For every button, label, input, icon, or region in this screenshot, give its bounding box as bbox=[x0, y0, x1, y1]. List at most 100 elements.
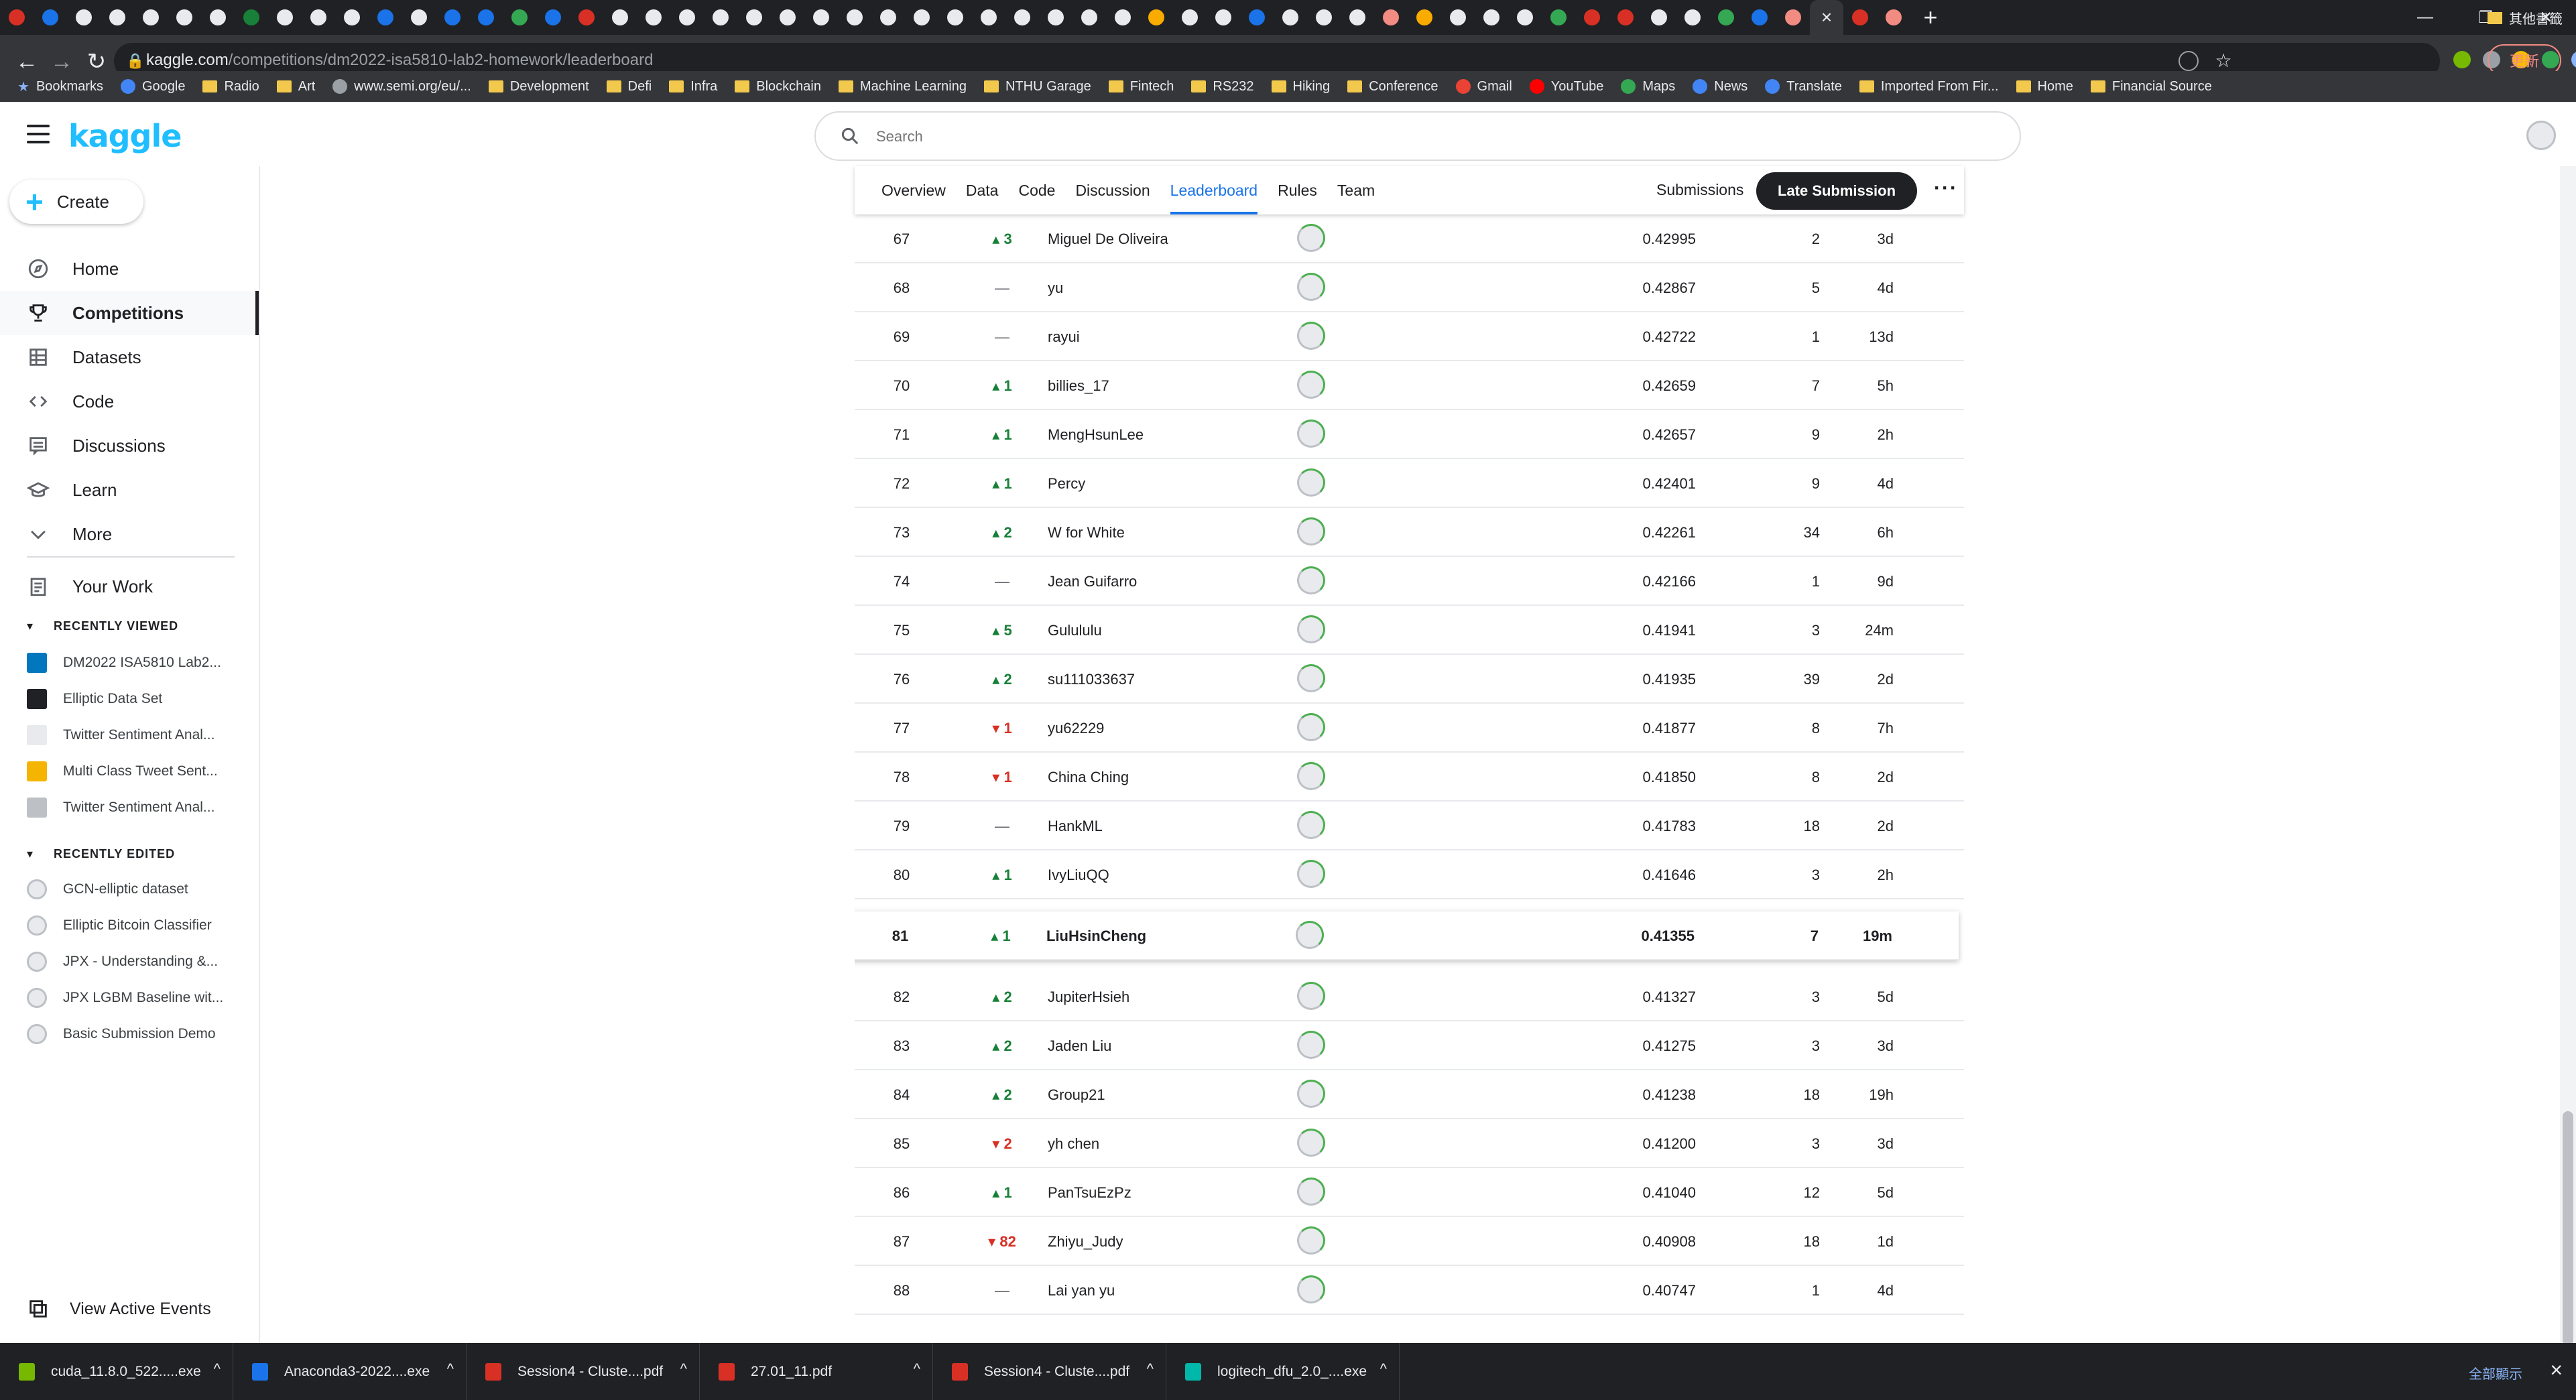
browser-tab[interactable] bbox=[134, 0, 168, 35]
team-name[interactable]: HankML bbox=[1048, 818, 1103, 835]
search-input[interactable] bbox=[876, 125, 1949, 149]
leaderboard-row[interactable]: 68 — yu 0.42867 5 4d bbox=[855, 263, 1964, 312]
close-icon[interactable]: × bbox=[1821, 7, 1832, 28]
browser-tab[interactable] bbox=[670, 0, 704, 35]
browser-tab[interactable] bbox=[469, 0, 503, 35]
browser-tab[interactable] bbox=[1173, 0, 1207, 35]
team-member-avatar[interactable] bbox=[1297, 1129, 1325, 1157]
browser-tab[interactable] bbox=[67, 0, 101, 35]
leaderboard-row[interactable]: 78 ▾ 1 China Ching 0.41850 8 2d bbox=[855, 753, 1964, 802]
browser-tab[interactable] bbox=[704, 0, 737, 35]
bookmark-item[interactable]: Hiking bbox=[1271, 79, 1330, 94]
leaderboard-row[interactable]: 87 ▾ 82 Zhiyu_Judy 0.40908 18 1d bbox=[855, 1217, 1964, 1266]
leaderboard-row[interactable]: 75 ▴ 5 Gulululu 0.41941 3 24m bbox=[855, 606, 1964, 655]
team-member-avatar[interactable] bbox=[1297, 468, 1325, 497]
browser-tab[interactable] bbox=[737, 0, 771, 35]
recently-viewed-item[interactable]: Elliptic Data Set bbox=[27, 681, 241, 717]
recently-edited-item[interactable]: Basic Submission Demo bbox=[27, 1016, 241, 1052]
bookmark-item[interactable]: Maps bbox=[1621, 79, 1675, 94]
recently-viewed-item[interactable]: Twitter Sentiment Anal... bbox=[27, 789, 241, 826]
team-member-avatar[interactable] bbox=[1297, 1226, 1325, 1255]
team-name[interactable]: IvyLiuQQ bbox=[1048, 867, 1109, 884]
recently-edited-item[interactable]: GCN-elliptic dataset bbox=[27, 871, 241, 907]
team-name[interactable]: W for White bbox=[1048, 524, 1125, 542]
browser-tab[interactable] bbox=[1843, 0, 1877, 35]
leaderboard-row-current-user[interactable]: 81 ▴ 1 LiuHsinCheng 0.41355 7 19m bbox=[855, 911, 1959, 960]
bookmark-item[interactable]: Financial Source bbox=[2090, 79, 2212, 94]
team-member-avatar[interactable] bbox=[1297, 1080, 1325, 1108]
team-name[interactable]: Zhiyu_Judy bbox=[1048, 1233, 1123, 1251]
browser-tab[interactable] bbox=[637, 0, 670, 35]
user-avatar[interactable] bbox=[2526, 121, 2556, 150]
browser-tab[interactable] bbox=[1374, 0, 1408, 35]
team-name[interactable]: yu62229 bbox=[1048, 720, 1104, 737]
browser-tab[interactable] bbox=[1676, 0, 1709, 35]
tab-team[interactable]: Team bbox=[1337, 166, 1375, 214]
chevron-up-icon[interactable]: ^ bbox=[914, 1360, 920, 1378]
browser-tab[interactable] bbox=[0, 0, 34, 35]
team-member-avatar[interactable] bbox=[1297, 762, 1325, 790]
browser-tab[interactable] bbox=[1776, 0, 1810, 35]
browser-tab[interactable] bbox=[268, 0, 302, 35]
browser-tab[interactable] bbox=[34, 0, 67, 35]
download-item[interactable]: 27.01_11.pdf ^ bbox=[700, 1343, 933, 1400]
browser-tab[interactable] bbox=[1877, 0, 1910, 35]
team-member-avatar[interactable] bbox=[1297, 273, 1325, 301]
recently-viewed-item[interactable]: DM2022 ISA5810 Lab2... bbox=[27, 645, 241, 681]
leaderboard-row[interactable]: 80 ▴ 1 IvyLiuQQ 0.41646 3 2h bbox=[855, 850, 1964, 899]
browser-tab[interactable] bbox=[503, 0, 536, 35]
browser-tab[interactable] bbox=[603, 0, 637, 35]
browser-tab[interactable] bbox=[1575, 0, 1609, 35]
team-member-avatar[interactable] bbox=[1297, 1178, 1325, 1206]
team-member-avatar[interactable] bbox=[1297, 1275, 1325, 1303]
bookmark-item[interactable]: Machine Learning bbox=[838, 79, 967, 94]
recently-viewed-item[interactable]: Twitter Sentiment Anal... bbox=[27, 717, 241, 753]
chevron-up-icon[interactable]: ^ bbox=[214, 1360, 221, 1378]
bookmark-item[interactable]: YouTube bbox=[1529, 79, 1603, 94]
recently-viewed-item[interactable]: Multi Class Tweet Sent... bbox=[27, 753, 241, 789]
team-member-avatar[interactable] bbox=[1297, 664, 1325, 692]
bookmark-item[interactable]: Google bbox=[120, 79, 185, 94]
team-member-avatar[interactable] bbox=[1297, 860, 1325, 888]
leaderboard-row[interactable]: 83 ▴ 2 Jaden Liu 0.41275 3 3d bbox=[855, 1021, 1964, 1070]
extension-icon[interactable] bbox=[2571, 51, 2576, 68]
team-name[interactable]: Jaden Liu bbox=[1048, 1037, 1111, 1055]
bookmark-item[interactable]: NTHU Garage bbox=[983, 79, 1091, 94]
other-bookmarks[interactable]: 其他書籤 bbox=[2488, 8, 2563, 27]
sidebar-item-discussions[interactable]: Discussions bbox=[0, 424, 259, 468]
team-member-avatar[interactable] bbox=[1297, 371, 1325, 399]
tab-overview[interactable]: Overview bbox=[881, 166, 946, 214]
browser-tab[interactable] bbox=[972, 0, 1005, 35]
browser-tab[interactable] bbox=[369, 0, 402, 35]
leaderboard-row[interactable]: 88 — Lai yan yu 0.40747 1 4d bbox=[855, 1266, 1964, 1315]
create-button[interactable]: + Create bbox=[9, 180, 143, 224]
show-all-downloads[interactable]: 全部顯示 bbox=[2469, 1363, 2522, 1383]
bookmark-item[interactable]: Imported From Fir... bbox=[1859, 79, 1999, 94]
leaderboard-row[interactable]: 70 ▴ 1 billies_17 0.42659 7 5h bbox=[855, 361, 1964, 410]
sidebar-item-datasets[interactable]: Datasets bbox=[0, 335, 259, 379]
browser-tab[interactable] bbox=[1642, 0, 1676, 35]
browser-tab[interactable] bbox=[804, 0, 838, 35]
team-name[interactable]: PanTsuEzPz bbox=[1048, 1184, 1131, 1202]
chevron-up-icon[interactable]: ^ bbox=[447, 1360, 454, 1378]
browser-tab[interactable] bbox=[1475, 0, 1508, 35]
browser-tab[interactable] bbox=[1307, 0, 1341, 35]
chevron-up-icon[interactable]: ^ bbox=[1380, 1360, 1387, 1378]
bookmark-item[interactable]: Home bbox=[2016, 79, 2073, 94]
page-scrollbar[interactable] bbox=[2560, 166, 2576, 1346]
search-bar[interactable] bbox=[814, 111, 2021, 161]
team-name[interactable]: rayui bbox=[1048, 328, 1080, 346]
browser-tab[interactable] bbox=[1408, 0, 1441, 35]
more-options-icon[interactable]: ··· bbox=[1934, 177, 1958, 200]
leaderboard-row[interactable]: 72 ▴ 1 Percy 0.42401 9 4d bbox=[855, 459, 1964, 508]
chevron-up-icon[interactable]: ^ bbox=[1147, 1360, 1154, 1378]
team-name[interactable]: yu bbox=[1048, 279, 1063, 297]
download-item[interactable]: cuda_11.8.0_522.....exe ^ bbox=[0, 1343, 233, 1400]
team-name[interactable]: JupiterHsieh bbox=[1048, 989, 1129, 1006]
browser-tab[interactable] bbox=[201, 0, 235, 35]
scrollbar-thumb[interactable] bbox=[2563, 1111, 2573, 1346]
team-name[interactable]: Percy bbox=[1048, 475, 1085, 493]
browser-tab[interactable] bbox=[1207, 0, 1240, 35]
tab-discussion[interactable]: Discussion bbox=[1075, 166, 1150, 214]
browser-tab[interactable] bbox=[1709, 0, 1743, 35]
